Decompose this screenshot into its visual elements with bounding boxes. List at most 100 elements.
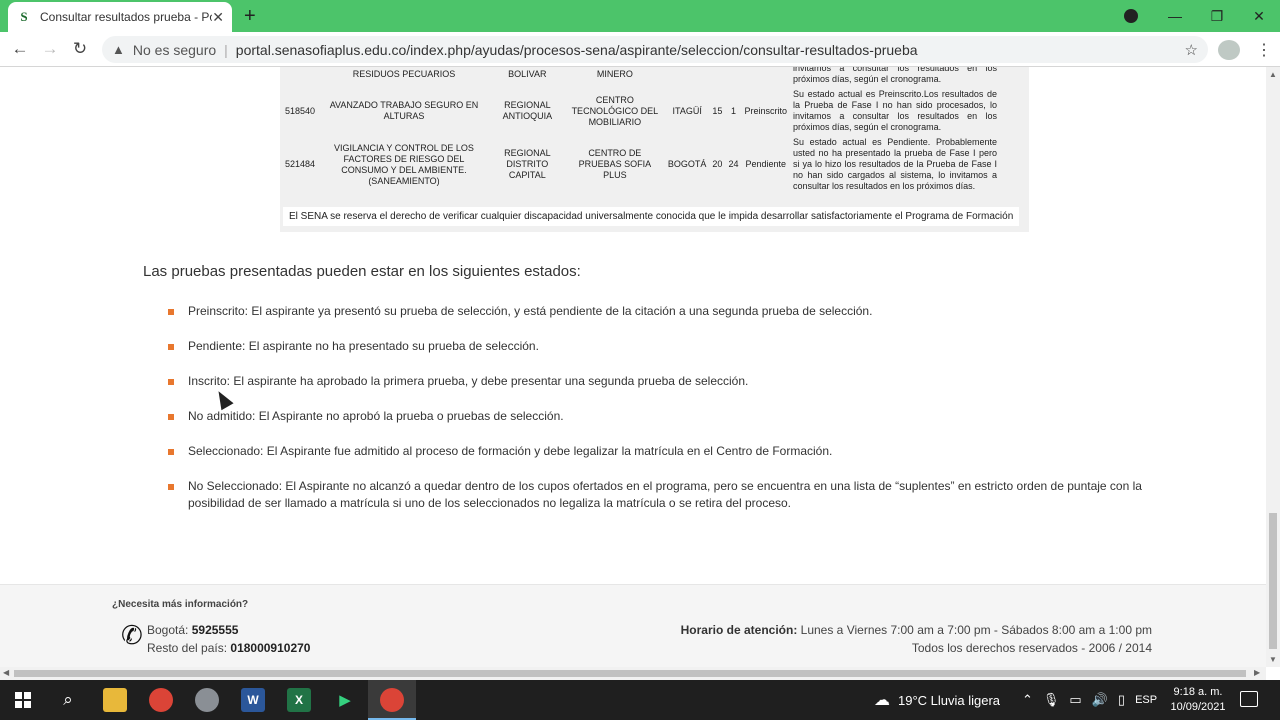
- start-button[interactable]: [11, 688, 35, 712]
- row-regional: REGIONAL ANTIOQUIA: [502, 100, 553, 121]
- row-num: 1: [730, 105, 736, 116]
- rest-phone: 018000910270: [230, 641, 311, 655]
- list-item: Preinscrito: El aspirante ya presentó su…: [168, 303, 1168, 320]
- scroll-up-icon[interactable]: ▲: [1269, 70, 1277, 79]
- cloud-icon: ☁: [874, 692, 890, 709]
- chrome-icon[interactable]: [149, 688, 173, 712]
- row-num: 24: [728, 159, 739, 169]
- row-num: [725, 67, 741, 87]
- browser-tab[interactable]: S Consultar resultados prueba - Po ✕: [8, 2, 232, 32]
- warning-icon[interactable]: ▲: [112, 42, 125, 57]
- search-icon[interactable]: ⌕: [56, 688, 80, 712]
- clock-date: 10/09/2021: [1170, 701, 1226, 713]
- tab-title: Consultar resultados prueba - Po: [40, 10, 212, 24]
- row-regional: BOLIVAR: [508, 68, 547, 79]
- row-centro: CENTRO TECNOLÓGICO DEL MOBILIARIO: [571, 94, 659, 127]
- minimize-button[interactable]: —: [1154, 8, 1196, 24]
- hours-value: Lunes a Viernes 7:00 am a 7:00 pm - Sába…: [800, 623, 1152, 637]
- row-detalle: invitamos a consultar los resultados en …: [793, 67, 997, 84]
- state-text: No Seleccionado: El Aspirante no alcanzó…: [188, 479, 1142, 510]
- bullet-icon: [168, 414, 174, 420]
- row-regional: REGIONAL DISTRITO CAPITAL: [504, 148, 551, 180]
- taskbar-clock[interactable]: 9:18 a. m. 10/09/2021: [1168, 685, 1228, 715]
- close-window-button[interactable]: ✕: [1238, 8, 1280, 25]
- states-intro: Las pruebas presentadas pueden estar en …: [143, 263, 581, 280]
- state-text: Seleccionado: El Aspirante fue admitido …: [188, 444, 833, 458]
- row-program: AVANZADO TRABAJO SEGURO EN ALTURAS: [329, 100, 479, 121]
- browser-menu-icon[interactable]: ⋮: [1256, 40, 1272, 60]
- language-indicator[interactable]: ESP: [1135, 694, 1157, 706]
- new-tab-button[interactable]: +: [244, 6, 256, 26]
- browser-toolbar: ← → ↻ ▲ No es seguro | portal.senasofiap…: [0, 32, 1280, 67]
- state-text: Inscrito: El aspirante ha aprobado la pr…: [188, 374, 749, 388]
- back-button[interactable]: ←: [9, 39, 31, 59]
- url-separator: |: [224, 41, 228, 58]
- row-detalle: Su estado actual es Preinscrito.Los resu…: [793, 89, 997, 132]
- system-tray: ⌃ 🎙 ▭ 🔊 ▯ ESP: [1022, 680, 1157, 720]
- state-text: Preinscrito: El aspirante ya presentó su…: [188, 304, 873, 318]
- notification-icon[interactable]: [1240, 691, 1258, 707]
- bogota-phone: 5925555: [191, 623, 239, 637]
- windows-logo-icon: [15, 692, 31, 708]
- scroll-down-icon[interactable]: ▼: [1269, 655, 1277, 664]
- list-item: Pendiente: El aspirante no ha presentado…: [168, 338, 1168, 355]
- vertical-scroll-thumb[interactable]: [1269, 513, 1277, 649]
- row-program: RESIDUOS PECUARIOS: [352, 68, 456, 79]
- phone-icon: ✆: [121, 620, 143, 650]
- results-table-container: RESIDUOS PECUARIOS BOLIVAR MINERO invitamos…: [280, 67, 1029, 232]
- not-secure-label[interactable]: No es seguro: [133, 42, 216, 58]
- row-ciudad: [665, 67, 710, 87]
- url-text[interactable]: portal.senasofiaplus.edu.co/index.php/ay…: [236, 42, 918, 58]
- row-centro: MINERO: [596, 68, 633, 79]
- weather-text: 19°C Lluvia ligera: [898, 692, 1001, 708]
- profile-avatar[interactable]: [1218, 40, 1240, 60]
- states-list: Preinscrito: El aspirante ya presentó su…: [168, 303, 1168, 530]
- row-ciudad: ITAGÜÍ: [672, 105, 702, 116]
- file-explorer-icon[interactable]: [103, 688, 127, 712]
- bullet-icon: [168, 344, 174, 350]
- chrome-active-icon: [380, 688, 404, 712]
- contact-info: Bogotá: 5925555 Resto del país: 01800091…: [147, 621, 310, 657]
- excel-icon[interactable]: X: [287, 688, 311, 712]
- app-icon[interactable]: [195, 688, 219, 712]
- list-item: No Seleccionado: El Aspirante no alcanzó…: [168, 478, 1168, 512]
- weather-widget[interactable]: ☁ 19°C Lluvia ligera: [874, 680, 1000, 720]
- row-code: 521484: [285, 159, 316, 169]
- microphone-icon[interactable]: 🎙: [1043, 692, 1060, 708]
- page-footer: ¿Necesita más información? ✆ Bogotá: 592…: [0, 584, 1266, 667]
- tab-search-icon[interactable]: [1124, 9, 1138, 23]
- active-chrome-window[interactable]: [368, 680, 416, 720]
- list-item: Seleccionado: El Aspirante fue admitido …: [168, 443, 1168, 460]
- row-estado: Pendiente: [745, 159, 786, 169]
- list-item: Inscrito: El aspirante ha aprobado la pr…: [168, 373, 1168, 390]
- forward-button[interactable]: →: [39, 39, 61, 59]
- need-info-heading: ¿Necesita más información?: [112, 599, 249, 610]
- rest-label: Resto del país:: [147, 641, 228, 655]
- volume-icon[interactable]: 🔊: [1092, 692, 1108, 708]
- bookmark-star-icon[interactable]: ☆: [1185, 41, 1198, 59]
- horizontal-scroll-thumb[interactable]: [14, 670, 1246, 677]
- reload-button[interactable]: ↻: [69, 39, 91, 59]
- word-icon[interactable]: W: [241, 688, 265, 712]
- vertical-scrollbar[interactable]: ▲ ▼: [1266, 67, 1280, 667]
- maximize-button[interactable]: ❐: [1196, 8, 1238, 25]
- window-controls: — ❐ ✕: [1154, 0, 1280, 32]
- row-ciudad: BOGOTÁ: [667, 159, 707, 169]
- chevron-up-icon[interactable]: ⌃: [1022, 692, 1033, 708]
- tab-close-icon[interactable]: ✕: [212, 9, 224, 26]
- app-arrow-icon[interactable]: ▶: [333, 688, 357, 712]
- hours-label: Horario de atención:: [680, 623, 798, 637]
- list-item: No admitido: El Aspirante no aprobó la p…: [168, 408, 1168, 425]
- row-code: 518540: [285, 105, 316, 116]
- row-num: [709, 67, 725, 87]
- bullet-icon: [168, 379, 174, 385]
- bogota-label: Bogotá:: [147, 623, 189, 637]
- address-bar[interactable]: ▲ No es seguro | portal.senasofiaplus.ed…: [102, 36, 1208, 63]
- clock-time: 9:18 a. m.: [1173, 686, 1223, 698]
- battery-icon[interactable]: ▭: [1069, 692, 1081, 708]
- network-icon[interactable]: ▯: [1118, 692, 1125, 708]
- scroll-left-icon[interactable]: ◀: [3, 668, 9, 677]
- horizontal-scrollbar[interactable]: ◀ ▶: [0, 667, 1266, 680]
- scroll-right-icon[interactable]: ▶: [1254, 668, 1260, 677]
- state-text: No admitido: El Aspirante no aprobó la p…: [188, 409, 564, 423]
